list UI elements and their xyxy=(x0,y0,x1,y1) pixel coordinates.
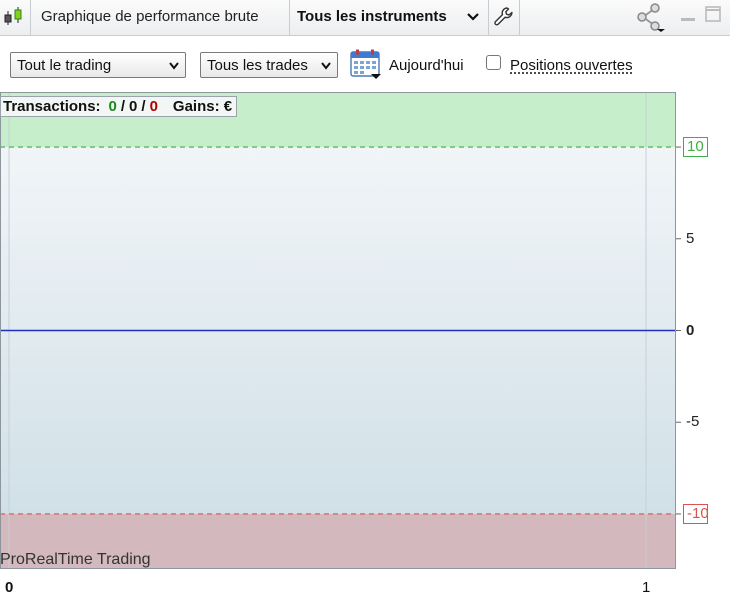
minimize-icon[interactable] xyxy=(680,4,696,24)
window-title: Graphique de performance brute xyxy=(41,8,259,25)
title-separator xyxy=(519,0,520,35)
calendar-icon[interactable] xyxy=(350,49,382,79)
trades-filter-value: Tous les trades xyxy=(207,57,308,74)
wrench-icon[interactable] xyxy=(492,5,516,29)
chevron-down-icon xyxy=(169,62,179,70)
candlestick-chart-icon xyxy=(4,7,22,25)
maximize-icon[interactable] xyxy=(705,6,721,22)
y-tick-label: 10 xyxy=(683,137,708,158)
open-positions-label[interactable]: Positions ouvertes xyxy=(510,57,633,74)
title-bar: Graphique de performance brute Tous les … xyxy=(0,0,730,36)
trading-scope-select[interactable]: Tout le trading xyxy=(10,52,186,78)
y-tick-label: -5 xyxy=(686,413,700,431)
neutral-trades-count: 0 xyxy=(129,98,138,115)
transactions-summary: Transactions: 0/0/0 Gains: € xyxy=(0,96,238,117)
losing-trades-count: 0 xyxy=(149,98,158,115)
winning-trades-count: 0 xyxy=(108,98,117,115)
count-separator: / xyxy=(120,98,126,115)
share-icon[interactable] xyxy=(634,2,666,32)
watermark: ProRealTime Trading xyxy=(0,551,151,568)
gains-label: Gains: € xyxy=(172,98,233,115)
y-tick-label: -10 xyxy=(683,503,709,524)
trades-filter-select[interactable]: Tous les trades xyxy=(200,52,338,78)
count-separator: / xyxy=(141,98,146,115)
today-label[interactable]: Aujourd'hui xyxy=(389,57,464,74)
x-tick-label: 1 xyxy=(642,579,651,596)
title-separator xyxy=(30,0,31,35)
chevron-down-icon xyxy=(321,62,331,70)
transactions-label: Transactions: xyxy=(3,98,101,115)
x-tick-label: 0 xyxy=(5,579,14,596)
instrument-filter-dropdown[interactable]: Tous les instruments xyxy=(290,0,488,35)
y-tick-label: 5 xyxy=(686,229,695,247)
open-positions-checkbox[interactable] xyxy=(486,55,501,70)
chevron-down-icon xyxy=(467,13,479,21)
y-tick-label: 0 xyxy=(686,321,695,339)
instrument-filter-label: Tous les instruments xyxy=(297,8,447,25)
performance-chart xyxy=(0,92,681,569)
title-separator xyxy=(488,0,489,35)
trading-scope-value: Tout le trading xyxy=(17,57,112,74)
